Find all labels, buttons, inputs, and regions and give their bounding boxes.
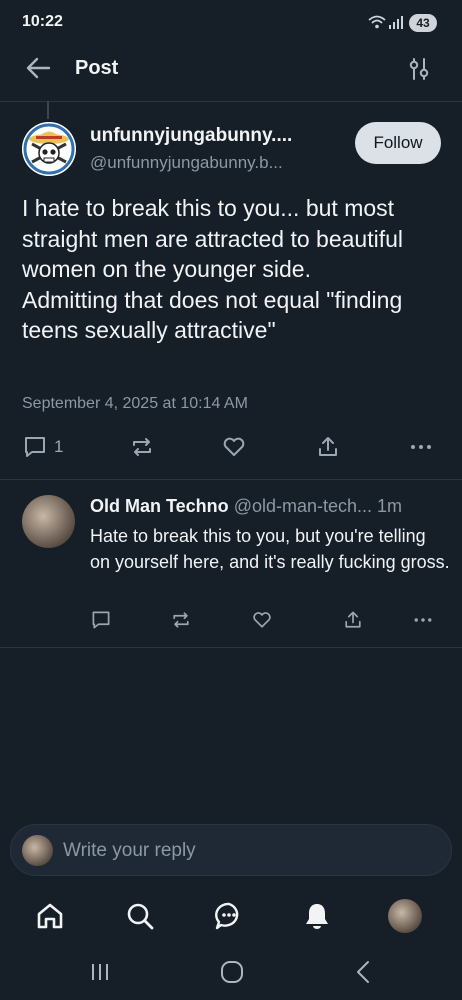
composer-avatar — [22, 835, 53, 866]
reply-author-handle[interactable]: @old-man-tech... — [234, 496, 372, 516]
nav-profile[interactable] — [383, 894, 427, 938]
reply-actions-bar — [90, 608, 440, 632]
signal-icon — [388, 14, 404, 30]
system-nav-bar — [0, 950, 462, 1000]
post-author-name[interactable]: unfunnyjungabunny.... — [90, 125, 340, 147]
page-title: Post — [75, 57, 119, 79]
share-icon — [345, 611, 361, 628]
heart-icon — [253, 612, 271, 628]
reply-repost-button[interactable] — [170, 608, 192, 632]
reply-like-button[interactable] — [251, 608, 273, 632]
bottom-nav — [0, 888, 462, 944]
reply-author-avatar[interactable] — [22, 495, 75, 548]
bell-icon — [306, 904, 328, 929]
straw-hat-skull-avatar — [22, 122, 76, 176]
reply-divider — [0, 647, 462, 648]
nav-search[interactable] — [118, 894, 162, 938]
home-circle-icon — [221, 961, 243, 983]
post-author-avatar[interactable] — [22, 122, 76, 176]
battery-indicator: 43 — [409, 14, 437, 32]
thread-settings-button[interactable] — [406, 56, 432, 82]
arrow-left-icon — [26, 57, 51, 79]
reply-share-button[interactable] — [342, 608, 364, 632]
home-system-button[interactable] — [218, 958, 246, 986]
status-bar: 10:22 43 — [0, 0, 462, 46]
post-actions-bar: 1 — [22, 432, 442, 462]
reply-time: 1m — [377, 496, 403, 516]
sliders-icon — [409, 58, 429, 80]
chat-icon — [215, 902, 239, 930]
ellipsis-icon — [414, 618, 432, 622]
reply-button[interactable]: 1 — [22, 432, 63, 462]
post-divider — [0, 479, 462, 480]
ellipsis-icon — [411, 445, 431, 449]
status-clock: 10:22 — [22, 13, 63, 30]
repost-icon — [133, 438, 151, 456]
reply-count: 1 — [54, 437, 64, 456]
recent-apps-button[interactable] — [86, 960, 114, 984]
reply-more-options-button[interactable] — [412, 608, 434, 632]
follow-button[interactable]: Follow — [355, 122, 441, 164]
comment-icon — [92, 611, 110, 629]
reply-text: Hate to break this to you, but you're te… — [90, 526, 450, 572]
composer-placeholder: Write your reply — [63, 840, 196, 861]
post-timestamp: September 4, 2025 at 10:14 AM — [22, 395, 248, 412]
wifi-icon — [368, 15, 386, 29]
more-options-button[interactable] — [408, 432, 434, 462]
nav-home[interactable] — [28, 894, 72, 938]
share-icon — [319, 437, 337, 456]
search-icon — [127, 903, 154, 930]
nav-notifications[interactable] — [295, 894, 339, 938]
post-author-handle[interactable]: @unfunnyjungabunny.b... — [90, 153, 340, 173]
thread-line — [47, 101, 49, 119]
recents-icon — [92, 964, 108, 980]
reply-composer[interactable]: Write your reply — [10, 824, 452, 876]
like-button[interactable] — [221, 432, 247, 462]
share-button[interactable] — [315, 432, 341, 462]
header-divider — [0, 101, 462, 102]
comment-icon — [25, 437, 45, 457]
nav-messages[interactable] — [207, 894, 251, 938]
back-system-button[interactable] — [350, 958, 378, 986]
home-icon — [37, 903, 63, 929]
reply-reply-button[interactable] — [90, 608, 112, 632]
chevron-left-icon — [357, 961, 369, 983]
repost-button[interactable] — [129, 432, 155, 462]
back-button[interactable] — [22, 54, 54, 82]
heart-icon — [223, 437, 245, 456]
repost-icon — [173, 612, 189, 628]
reply-author-line: Old Man Techno @old-man-tech... 1m — [90, 496, 445, 517]
profile-avatar — [388, 899, 422, 933]
post-text: I hate to break this to you... but most … — [22, 195, 403, 343]
reply-author-name[interactable]: Old Man Techno — [90, 496, 229, 516]
